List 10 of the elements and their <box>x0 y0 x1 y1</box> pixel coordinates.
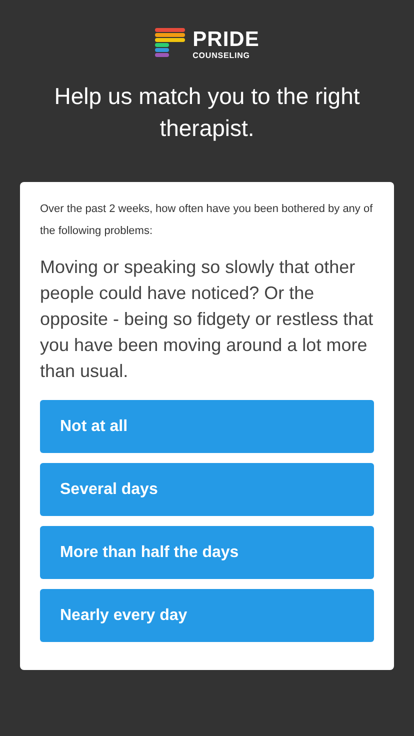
question-text: Moving or speaking so slowly that other people could have noticed? Or the opposite - being so fidgety or restless that you have been moving around a lot more than usual. <box>40 256 374 383</box>
answer-button[interactable]: Several days <box>40 463 374 516</box>
logo-title: PRIDE <box>192 28 260 50</box>
answer-button[interactable]: More than half the days <box>40 526 374 579</box>
answer-button[interactable]: Nearly every day <box>40 589 374 642</box>
question-intro: Over the past 2 weeks, how often have you been bothered by any of the following problems: <box>40 202 374 239</box>
rainbow-logo-icon <box>154 28 185 60</box>
page-heading: Help us match you to the right therapist. <box>53 82 361 143</box>
answer-button[interactable]: Not at all <box>40 400 374 453</box>
logo-subtitle: COUNSELING <box>192 52 251 60</box>
